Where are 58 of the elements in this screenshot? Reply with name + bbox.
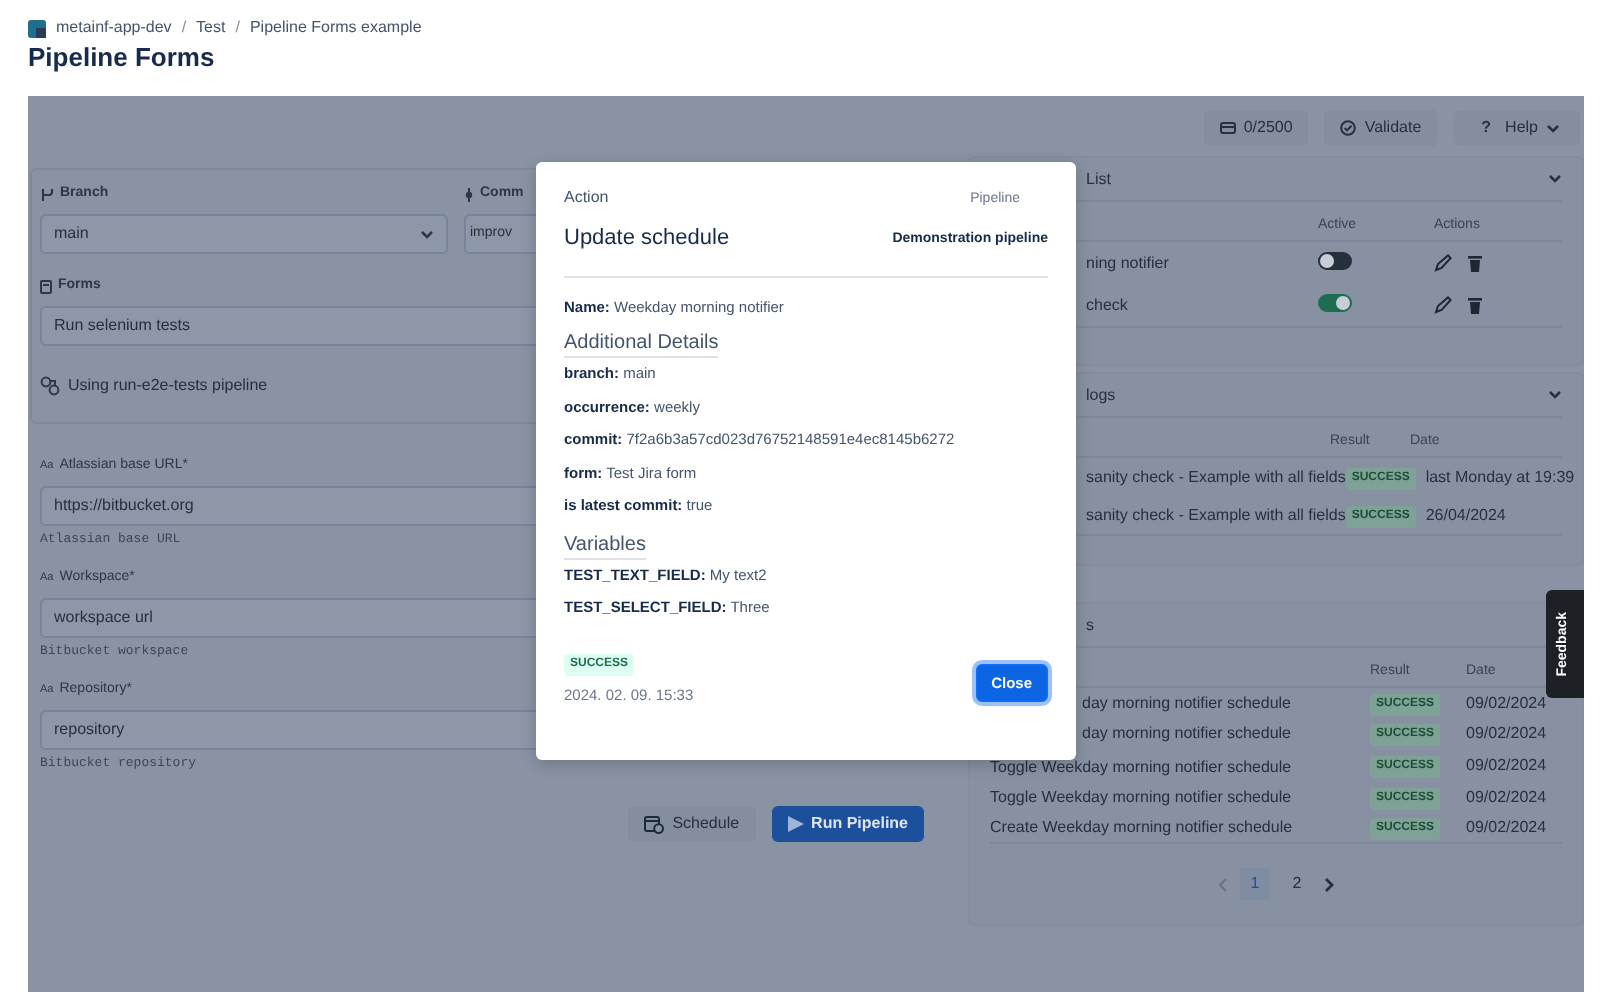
schedule-button[interactable]: Schedule <box>628 806 756 842</box>
card-title: List <box>1086 169 1111 187</box>
section-heading: Variables <box>564 531 646 559</box>
breadcrumb-link[interactable]: metainf-app-dev <box>56 16 172 40</box>
trash-icon[interactable] <box>1468 254 1482 272</box>
breadcrumb-separator: / <box>235 16 240 40</box>
pencil-icon[interactable] <box>1434 254 1452 272</box>
quota-button[interactable]: 0/2500 <box>1203 110 1309 146</box>
pencil-icon[interactable] <box>1434 296 1452 314</box>
modal-title: Update schedule <box>564 224 730 254</box>
toggle-switch[interactable] <box>1318 251 1352 269</box>
pipeline-note: Using run-e2e-tests pipeline <box>68 374 268 398</box>
table-cell-text: 09/02/2024 <box>1466 785 1549 809</box>
table-cell: day morning notifier schedule <box>1082 691 1292 715</box>
play-icon <box>787 816 804 832</box>
table-cell-text: 09/02/2024 <box>1466 753 1549 777</box>
page-link[interactable]: 2 <box>1282 868 1312 900</box>
pipeline-icon <box>40 376 60 396</box>
calendar-clock-icon <box>644 814 665 834</box>
breadcrumb-separator: / <box>181 16 187 40</box>
table-cell: ning notifier <box>1086 251 1169 275</box>
check-circle-icon <box>1340 120 1357 136</box>
trash-icon[interactable] <box>1468 296 1482 314</box>
branch-select[interactable]: main <box>40 214 448 254</box>
table-cell: sanity check - Example with all fields <box>1086 503 1346 527</box>
help-button[interactable]: ? Help <box>1453 110 1580 146</box>
table-cell: sanity check - Example with all fields <box>1086 465 1346 489</box>
table-cell-text: 09/02/2024 <box>1466 815 1549 839</box>
table-cell-text: 26/04/2024 <box>1425 503 1508 527</box>
branch-icon <box>40 188 54 202</box>
toggle-switch[interactable] <box>1318 293 1352 311</box>
modal-kicker: Action <box>564 186 611 210</box>
card-title: logs <box>1086 385 1116 403</box>
table-cell-text: 09/02/2024 <box>1466 691 1549 715</box>
app-logo-icon <box>28 19 46 37</box>
page-title: Pipeline Forms <box>28 42 217 76</box>
table-cell: day morning notifier schedule <box>1082 721 1292 745</box>
breadcrumb-link[interactable]: Pipeline Forms example <box>249 16 422 40</box>
chevron-down-icon[interactable] <box>420 229 434 239</box>
table-cell: Toggle Weekday morning notifier schedule <box>990 755 1292 779</box>
section-heading: Additional Details <box>564 330 719 358</box>
commit-icon <box>464 188 474 202</box>
page-link[interactable]: 1 <box>1240 868 1270 900</box>
table-cell: Toggle Weekday morning notifier schedule <box>990 785 1292 809</box>
chevron-right-icon[interactable] <box>1324 877 1334 891</box>
breadcrumb-link[interactable]: Test <box>196 16 226 40</box>
chevron-down-icon[interactable] <box>1548 174 1562 184</box>
caret-icon <box>1546 123 1560 133</box>
table-cell: check <box>1086 293 1128 317</box>
run-pipeline-button[interactable]: Run Pipeline <box>771 806 924 842</box>
validate-button[interactable]: Validate <box>1324 110 1438 146</box>
card-title: s <box>1086 615 1094 633</box>
document-icon <box>40 280 52 294</box>
table-cell-text: 09/02/2024 <box>1466 721 1549 745</box>
chevron-down-icon[interactable] <box>1548 390 1562 400</box>
table-cell-text: last Monday at 19:39 <box>1425 465 1577 489</box>
card-icon <box>1219 122 1236 134</box>
table-cell: Create Weekday morning notifier schedule <box>990 815 1293 839</box>
